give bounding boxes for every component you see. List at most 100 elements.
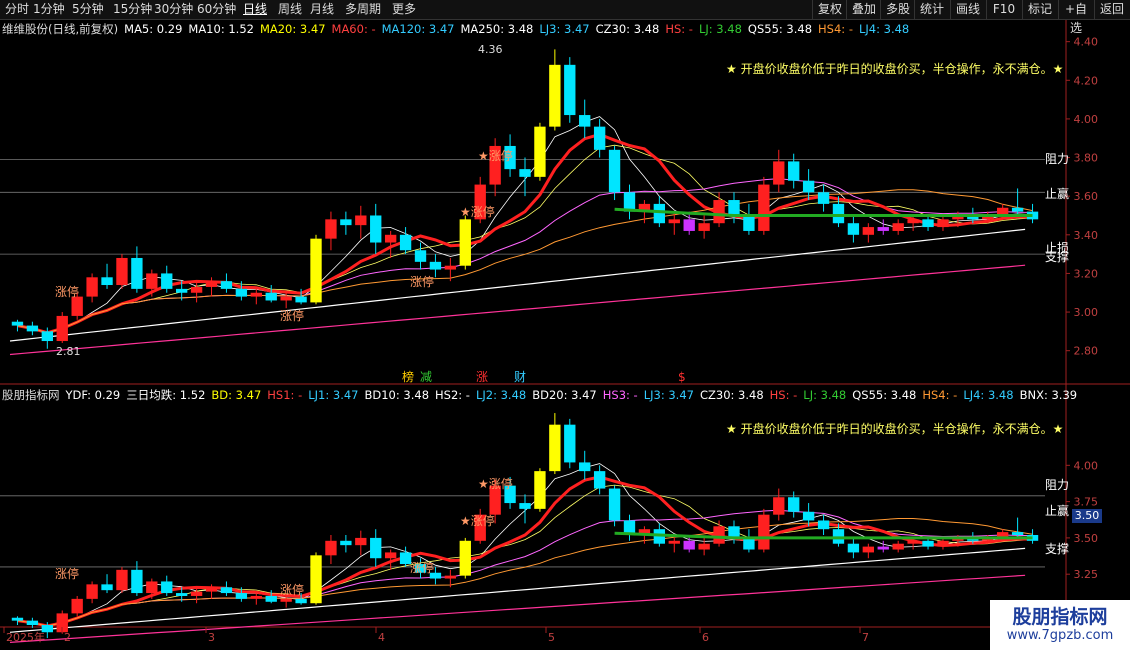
main-candle-9 [146, 273, 158, 289]
legend-item-11: HS4: - [818, 22, 853, 36]
main-candle-5 [86, 277, 98, 297]
strategy-note: ★ 开盘价收盘价低于昨日的收盘价买，半仓操作，永不满仓。★ [726, 62, 1064, 76]
sub-candle-23 [355, 537, 367, 546]
sub-candle-21 [325, 540, 337, 556]
legend-item-7: LJ2: 3.48 [475, 388, 527, 402]
watermark: 股朋指标网 www.7gpzb.com [990, 600, 1130, 650]
sub-candle-10 [161, 581, 173, 594]
main-candle-10 [161, 273, 173, 289]
main-axis-label-0: 4.40 [1074, 36, 1099, 49]
sub-candle-11 [175, 593, 188, 596]
sub-candle-53 [802, 511, 815, 521]
sub-candle-36 [549, 424, 561, 472]
main-candle-59 [892, 223, 904, 231]
main-candle-2 [41, 331, 53, 342]
main-candle-14 [220, 281, 233, 289]
main-candle-26 [399, 234, 412, 251]
sub-candle-0 [11, 617, 24, 621]
sub-candle-8 [131, 569, 143, 594]
main-candle-60 [907, 219, 919, 224]
sub-candle-52 [788, 497, 800, 512]
sub-candle-4 [71, 598, 83, 614]
legend-item-3: HS1: - [267, 388, 303, 402]
sub-axis-label-3: 3.25 [1074, 568, 1099, 581]
support-label-sub: 支撑 [1045, 542, 1070, 556]
sub-candle-40 [608, 488, 621, 521]
main-candle-7 [116, 257, 128, 286]
sub-candle-12 [190, 591, 203, 596]
legend-item-3: MA60: - [331, 22, 376, 36]
sub-candle-45 [683, 540, 695, 550]
sub-candle-18 [280, 598, 292, 602]
main-candle-29 [444, 265, 457, 270]
sub-axis-label-1: 3.75 [1074, 496, 1099, 509]
resistance-label-sub: 阻力 [1045, 478, 1070, 492]
sub-candle-35 [534, 471, 546, 509]
limit-up-label-sub-2: 涨停 [410, 560, 434, 575]
sub-candle-54 [817, 520, 830, 530]
main-candle-50 [758, 184, 770, 231]
sub-candle-20 [310, 555, 322, 604]
sub-candle-37 [564, 424, 576, 463]
legend-item-5: BD10: 3.48 [364, 388, 430, 402]
take-profit-label: 止赢 [1045, 187, 1070, 201]
main-candle-54 [817, 192, 830, 204]
limit-up-label-3: ★涨停 [478, 148, 513, 163]
main-candle-38 [579, 115, 591, 127]
sub-candle-24 [370, 537, 382, 559]
legend-item-12: HS: - [769, 388, 798, 402]
sub-candle-30 [459, 540, 471, 576]
date-label-5: 6 [702, 631, 709, 644]
main-candle-53 [802, 180, 815, 193]
sub-candle-16 [250, 595, 262, 599]
legend-item-16: LJ4: 3.48 [963, 388, 1014, 402]
main-axis-label-3: 3.80 [1074, 152, 1099, 165]
main-candle-17 [265, 292, 277, 301]
limit-up-label-sub-0: 涨停 [55, 566, 79, 581]
legend-title: 维维股份(日线,前复权) [2, 22, 119, 36]
legend-item-7: CZ30: 3.48 [595, 22, 660, 36]
legend-item-12: LJ4: 3.48 [858, 22, 910, 36]
event-mark-4: $ [678, 370, 686, 384]
main-candle-49 [743, 215, 755, 231]
main-candle-18 [280, 296, 292, 301]
event-mark-0: 榜 [402, 369, 414, 384]
resistance-label: 阻力 [1045, 152, 1070, 166]
legend-item-0: YDF: 0.29 [65, 388, 121, 402]
date-label-1: 2 [64, 631, 71, 644]
main-candle-30 [459, 219, 471, 266]
main-candle-21 [325, 219, 337, 239]
limit-up-label-4: ★涨停 [460, 204, 495, 219]
strategy-note-sub: ★ 开盘价收盘价低于昨日的收盘价买，半仓操作，永不满仓。★ [726, 422, 1064, 436]
legend-item-6: LJ3: 3.47 [539, 22, 590, 36]
main-candle-35 [534, 126, 546, 177]
sub-candle-5 [86, 584, 98, 599]
main-candle-1 [26, 325, 39, 332]
legend-item-15: HS4: - [922, 388, 958, 402]
sub-candle-67 [1011, 532, 1024, 535]
main-candle-62 [937, 219, 949, 228]
legend-item-4: MA120: 3.47 [381, 22, 455, 36]
sub-candle-19 [295, 598, 307, 604]
sub-candle-22 [340, 540, 352, 546]
main-axis-label-4: 3.60 [1074, 190, 1099, 203]
main-candle-56 [847, 223, 860, 235]
main-candle-58 [877, 227, 889, 231]
legend-item-14: QS55: 3.48 [852, 388, 917, 402]
main-candle-15 [235, 288, 248, 297]
legend-item-9: HS3: - [602, 388, 638, 402]
legend-item-2: MA20: 3.47 [259, 22, 326, 36]
price-tag: 3.50 [1072, 509, 1102, 523]
high-price-label: 4.36 [478, 43, 503, 56]
sub-candle-7 [116, 569, 128, 591]
watermark-url: www.7gpzb.com [1006, 628, 1114, 643]
sub-candle-17 [265, 595, 277, 602]
limit-up-label-0: 涨停 [55, 284, 79, 299]
main-candle-44 [668, 219, 680, 224]
legend-item-1: MA10: 1.52 [188, 22, 254, 36]
main-candle-45 [683, 219, 695, 231]
main-candle-52 [788, 161, 800, 181]
main-candle-40 [608, 149, 621, 193]
main-ma-0 [17, 116, 1033, 334]
sub-candle-38 [579, 462, 591, 472]
